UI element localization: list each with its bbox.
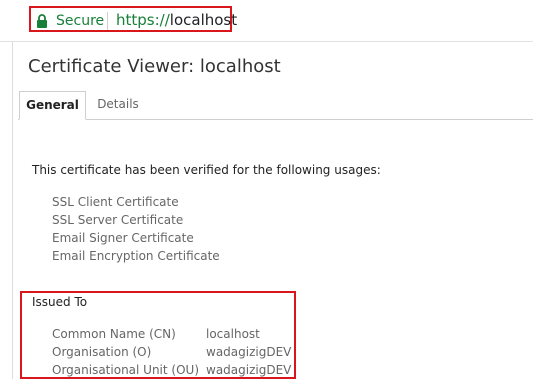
tab-general[interactable]: General [19,91,86,120]
url-scheme: https:// [116,11,170,29]
dialog-title: Certificate Viewer: localhost [28,56,281,77]
usage-item: SSL Client Certificate [52,195,179,209]
usage-item: Email Encryption Certificate [52,249,220,263]
tab-bar: General Details [18,91,533,120]
usage-item: Email Signer Certificate [52,231,194,245]
certificate-viewer-window: Secure https://localhost Certificate Vie… [0,0,533,379]
url-field[interactable]: https://localhost [116,11,237,30]
tab-details[interactable]: Details [92,91,144,118]
issued-value: localhost [206,327,260,341]
issued-label: Organisation (O) [52,345,152,359]
issued-value: wadagizigDEV [206,345,292,359]
issued-to-heading: Issued To [32,295,88,309]
issued-value: wadagizigDEV [206,363,292,377]
address-bar: Secure https://localhost [0,0,533,42]
lock-icon[interactable] [36,13,48,28]
issued-label: Common Name (CN) [52,327,176,341]
url-host: localhost [169,11,238,29]
issued-label: Organisational Unit (OU) [52,363,200,377]
secure-label[interactable]: Secure [56,12,104,30]
url-divider [107,12,108,30]
usage-item: SSL Server Certificate [52,213,184,227]
usage-list: SSL Client Certificate SSL Server Certif… [52,193,220,265]
usage-heading: This certificate has been verified for t… [32,163,381,177]
